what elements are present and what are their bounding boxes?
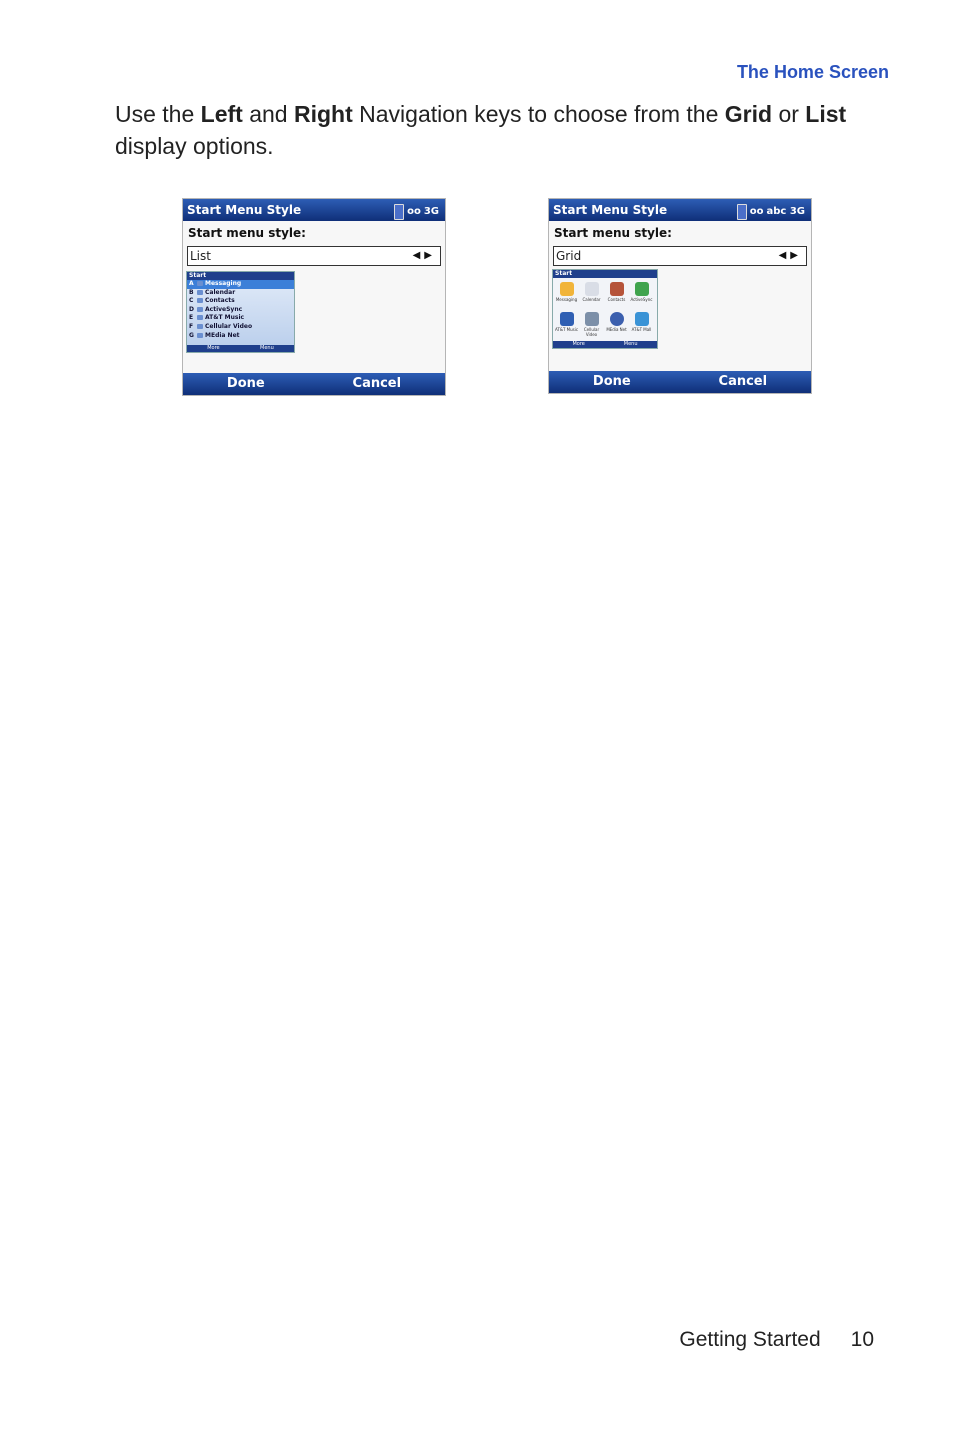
list-item: B Calendar (189, 288, 236, 296)
screen-title: Start Menu Style oo abc 3G (549, 199, 811, 221)
activesync-icon (197, 306, 203, 312)
done-softkey[interactable]: Done (227, 373, 265, 395)
contacts-icon (197, 298, 203, 304)
grid-item: Contacts (604, 280, 629, 310)
grid-item: Messaging (554, 280, 579, 310)
phone-icon (736, 204, 747, 220)
grid-item: ActiveSync (629, 280, 654, 310)
grid-item: AT&T Mall (629, 310, 654, 340)
style-label: Start menu style: (188, 226, 306, 240)
running-header: The Home Screen (736, 62, 889, 82)
style-label: Start menu style: (554, 226, 672, 240)
globe-icon (197, 332, 203, 338)
messaging-icon (197, 281, 203, 286)
page-footer: Getting Started 10 (679, 1328, 874, 1352)
video-icon (197, 323, 203, 329)
music-icon (197, 315, 203, 321)
list-preview: Start A Messaging B Calendar C Contacts D Ac… (186, 271, 295, 353)
contacts-icon (609, 282, 624, 296)
messaging-icon (559, 282, 574, 296)
status-icons: oo 3G (394, 201, 439, 223)
grid-item: Calendar (579, 280, 604, 310)
list-term: List (805, 101, 847, 127)
softkey-bar: Done Cancel (549, 371, 811, 393)
list-item: C Contacts (189, 297, 235, 305)
video-icon (584, 312, 599, 326)
status-icons: oo abc 3G (736, 201, 805, 223)
list-item: E AT&T Music (189, 314, 245, 322)
phone-icon (394, 204, 405, 220)
calendar-icon (584, 282, 599, 296)
cancel-softkey[interactable]: Cancel (719, 371, 768, 393)
style-picker[interactable]: Grid ◀▶ (553, 246, 807, 266)
screen-title: Start Menu Style oo 3G (183, 199, 445, 221)
cancel-softkey[interactable]: Cancel (353, 373, 402, 395)
page-number: 10 (850, 1328, 874, 1351)
activesync-icon (634, 282, 649, 296)
left-right-arrows-icon: ◀▶ (778, 250, 802, 261)
intro-paragraph: Use the Left and Right Navigation keys t… (115, 101, 847, 159)
list-item: F Cellular Video (189, 322, 253, 330)
grid-item: AT&T Music (554, 310, 579, 340)
done-softkey[interactable]: Done (593, 371, 631, 393)
music-icon (559, 312, 574, 326)
list-item: G MEdia Net (189, 331, 240, 339)
left-right-arrows-icon: ◀▶ (412, 250, 436, 261)
calendar-icon (197, 289, 203, 295)
left-key-term: Left (200, 101, 243, 127)
section-name: Getting Started (679, 1328, 821, 1351)
grid-item: Cellular Video (579, 310, 604, 340)
list-item: A Messaging (187, 280, 294, 289)
voicemail-icon: oo (749, 206, 764, 217)
grid-preview: Start Messaging Calendar Contacts Active… (552, 269, 658, 349)
grid-term: Grid (724, 101, 773, 127)
globe-icon (609, 312, 624, 326)
right-key-term: Right (293, 101, 353, 127)
grid-style-screenshot: Start Menu Style oo abc 3G Start menu st… (548, 198, 812, 394)
voicemail-icon: oo (407, 206, 421, 217)
softkey-bar: Done Cancel (183, 373, 445, 395)
list-style-screenshot: Start Menu Style oo 3G Start menu style:… (182, 198, 446, 396)
list-item: D ActiveSync (189, 305, 243, 313)
mall-icon (634, 312, 649, 326)
grid-item: MEdia Net (604, 310, 629, 340)
style-picker[interactable]: List ◀▶ (187, 246, 441, 266)
